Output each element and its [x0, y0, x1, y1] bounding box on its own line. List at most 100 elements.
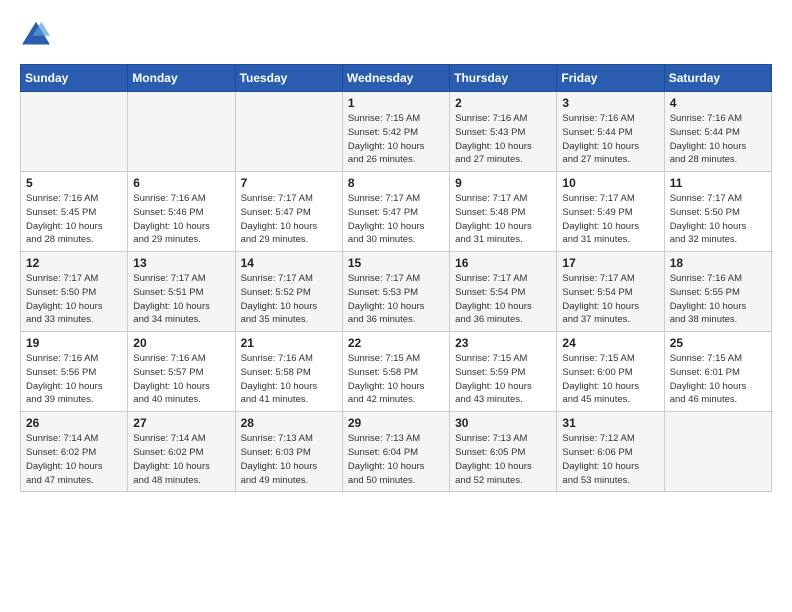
- calendar-cell: 20Sunrise: 7:16 AM Sunset: 5:57 PM Dayli…: [128, 332, 235, 412]
- day-info: Sunrise: 7:16 AM Sunset: 5:57 PM Dayligh…: [133, 352, 229, 407]
- day-number: 31: [562, 416, 658, 430]
- calendar-cell: [128, 92, 235, 172]
- calendar-cell: 18 Sunrise: 7:16 AM Sunset: 5:55 PM Dayli…: [664, 252, 771, 332]
- calendar-cell: 14 Sunrise: 7:17 AM Sunset: 5:52 PM Dayli…: [235, 252, 342, 332]
- calendar-cell: 17 Sunrise: 7:17 AM Sunset: 5:54 PM Dayli…: [557, 252, 664, 332]
- weekday-header: Thursday: [450, 65, 557, 92]
- day-info: Sunrise: 7:17 AM Sunset: 5:54 PM Dayligh…: [562, 272, 658, 327]
- day-info: Sunrise: 7:17 AM Sunset: 5:48 PM Dayligh…: [455, 192, 551, 247]
- day-number: 24: [562, 336, 658, 350]
- day-info: Sunrise: 7:17 AM Sunset: 5:52 PM Dayligh…: [241, 272, 337, 327]
- weekday-header: Monday: [128, 65, 235, 92]
- calendar-cell: 3 Sunrise: 7:16 AM Sunset: 5:44 PM Daylig…: [557, 92, 664, 172]
- day-number: 16: [455, 256, 551, 270]
- day-number: 15: [348, 256, 444, 270]
- day-info: Sunrise: 7:15 AM Sunset: 5:58 PM Dayligh…: [348, 352, 444, 407]
- day-info: Sunrise: 7:17 AM Sunset: 5:51 PM Dayligh…: [133, 272, 229, 327]
- day-info: Sunrise: 7:14 AM Sunset: 6:02 PM Dayligh…: [26, 432, 122, 487]
- calendar-table: SundayMondayTuesdayWednesdayThursdayFrid…: [20, 64, 772, 492]
- calendar-cell: 11 Sunrise: 7:17 AM Sunset: 5:50 PM Dayli…: [664, 172, 771, 252]
- calendar-cell: 5Sunrise: 7:16 AM Sunset: 5:45 PM Daylig…: [21, 172, 128, 252]
- day-number: 26: [26, 416, 122, 430]
- day-info: Sunrise: 7:16 AM Sunset: 5:55 PM Dayligh…: [670, 272, 766, 327]
- day-number: 21: [241, 336, 337, 350]
- weekday-header: Sunday: [21, 65, 128, 92]
- weekday-header: Wednesday: [342, 65, 449, 92]
- calendar-cell: [21, 92, 128, 172]
- day-info: Sunrise: 7:17 AM Sunset: 5:50 PM Dayligh…: [670, 192, 766, 247]
- day-number: 25: [670, 336, 766, 350]
- day-number: 1: [348, 96, 444, 110]
- calendar-cell: 30 Sunrise: 7:13 AM Sunset: 6:05 PM Dayli…: [450, 412, 557, 492]
- day-number: 4: [670, 96, 766, 110]
- day-info: Sunrise: 7:15 AM Sunset: 5:59 PM Dayligh…: [455, 352, 551, 407]
- calendar-cell: 15 Sunrise: 7:17 AM Sunset: 5:53 PM Dayli…: [342, 252, 449, 332]
- calendar-cell: 8 Sunrise: 7:17 AM Sunset: 5:47 PM Daylig…: [342, 172, 449, 252]
- calendar-week-row: 26 Sunrise: 7:14 AM Sunset: 6:02 PM Dayli…: [21, 412, 772, 492]
- calendar-cell: 1 Sunrise: 7:15 AM Sunset: 5:42 PM Daylig…: [342, 92, 449, 172]
- calendar-cell: 6 Sunrise: 7:16 AM Sunset: 5:46 PM Daylig…: [128, 172, 235, 252]
- day-info: Sunrise: 7:17 AM Sunset: 5:47 PM Dayligh…: [241, 192, 337, 247]
- day-number: 8: [348, 176, 444, 190]
- day-number: 22: [348, 336, 444, 350]
- day-number: 18: [670, 256, 766, 270]
- calendar-week-row: 5Sunrise: 7:16 AM Sunset: 5:45 PM Daylig…: [21, 172, 772, 252]
- day-info: Sunrise: 7:16 AM Sunset: 5:58 PM Dayligh…: [241, 352, 337, 407]
- calendar-cell: 22 Sunrise: 7:15 AM Sunset: 5:58 PM Dayli…: [342, 332, 449, 412]
- calendar-cell: 26 Sunrise: 7:14 AM Sunset: 6:02 PM Dayli…: [21, 412, 128, 492]
- day-number: 7: [241, 176, 337, 190]
- day-number: 14: [241, 256, 337, 270]
- calendar-cell: 28 Sunrise: 7:13 AM Sunset: 6:03 PM Dayli…: [235, 412, 342, 492]
- day-number: 13: [133, 256, 229, 270]
- logo: [20, 20, 56, 48]
- day-info: Sunrise: 7:16 AM Sunset: 5:43 PM Dayligh…: [455, 112, 551, 167]
- calendar-cell: 23Sunrise: 7:15 AM Sunset: 5:59 PM Dayli…: [450, 332, 557, 412]
- weekday-header: Tuesday: [235, 65, 342, 92]
- day-info: Sunrise: 7:12 AM Sunset: 6:06 PM Dayligh…: [562, 432, 658, 487]
- day-info: Sunrise: 7:14 AM Sunset: 6:02 PM Dayligh…: [133, 432, 229, 487]
- calendar-week-row: 12Sunrise: 7:17 AM Sunset: 5:50 PM Dayli…: [21, 252, 772, 332]
- day-number: 3: [562, 96, 658, 110]
- logo-icon: [20, 20, 52, 48]
- calendar-cell: 31 Sunrise: 7:12 AM Sunset: 6:06 PM Dayli…: [557, 412, 664, 492]
- day-number: 11: [670, 176, 766, 190]
- day-info: Sunrise: 7:16 AM Sunset: 5:56 PM Dayligh…: [26, 352, 122, 407]
- calendar-week-row: 19 Sunrise: 7:16 AM Sunset: 5:56 PM Dayli…: [21, 332, 772, 412]
- day-number: 27: [133, 416, 229, 430]
- day-number: 28: [241, 416, 337, 430]
- day-number: 2: [455, 96, 551, 110]
- day-info: Sunrise: 7:16 AM Sunset: 5:46 PM Dayligh…: [133, 192, 229, 247]
- day-info: Sunrise: 7:15 AM Sunset: 5:42 PM Dayligh…: [348, 112, 444, 167]
- calendar-cell: 7 Sunrise: 7:17 AM Sunset: 5:47 PM Daylig…: [235, 172, 342, 252]
- day-number: 19: [26, 336, 122, 350]
- calendar-cell: 13 Sunrise: 7:17 AM Sunset: 5:51 PM Dayli…: [128, 252, 235, 332]
- day-number: 12: [26, 256, 122, 270]
- day-number: 17: [562, 256, 658, 270]
- calendar-cell: 24Sunrise: 7:15 AM Sunset: 6:00 PM Dayli…: [557, 332, 664, 412]
- day-number: 6: [133, 176, 229, 190]
- day-info: Sunrise: 7:16 AM Sunset: 5:44 PM Dayligh…: [670, 112, 766, 167]
- day-number: 5: [26, 176, 122, 190]
- calendar-cell: 2 Sunrise: 7:16 AM Sunset: 5:43 PM Daylig…: [450, 92, 557, 172]
- day-info: Sunrise: 7:17 AM Sunset: 5:49 PM Dayligh…: [562, 192, 658, 247]
- page-header: [20, 20, 772, 48]
- calendar-cell: [235, 92, 342, 172]
- calendar-cell: 10 Sunrise: 7:17 AM Sunset: 5:49 PM Dayli…: [557, 172, 664, 252]
- day-info: Sunrise: 7:16 AM Sunset: 5:44 PM Dayligh…: [562, 112, 658, 167]
- day-info: Sunrise: 7:17 AM Sunset: 5:53 PM Dayligh…: [348, 272, 444, 327]
- day-number: 10: [562, 176, 658, 190]
- weekday-header: Friday: [557, 65, 664, 92]
- day-number: 30: [455, 416, 551, 430]
- weekday-header: Saturday: [664, 65, 771, 92]
- day-info: Sunrise: 7:15 AM Sunset: 6:01 PM Dayligh…: [670, 352, 766, 407]
- day-info: Sunrise: 7:17 AM Sunset: 5:47 PM Dayligh…: [348, 192, 444, 247]
- calendar-cell: 25 Sunrise: 7:15 AM Sunset: 6:01 PM Dayli…: [664, 332, 771, 412]
- day-number: 9: [455, 176, 551, 190]
- calendar-cell: 4 Sunrise: 7:16 AM Sunset: 5:44 PM Daylig…: [664, 92, 771, 172]
- day-info: Sunrise: 7:17 AM Sunset: 5:54 PM Dayligh…: [455, 272, 551, 327]
- calendar-cell: 16 Sunrise: 7:17 AM Sunset: 5:54 PM Dayli…: [450, 252, 557, 332]
- calendar-cell: 29Sunrise: 7:13 AM Sunset: 6:04 PM Dayli…: [342, 412, 449, 492]
- day-info: Sunrise: 7:13 AM Sunset: 6:05 PM Dayligh…: [455, 432, 551, 487]
- day-number: 29: [348, 416, 444, 430]
- day-info: Sunrise: 7:13 AM Sunset: 6:03 PM Dayligh…: [241, 432, 337, 487]
